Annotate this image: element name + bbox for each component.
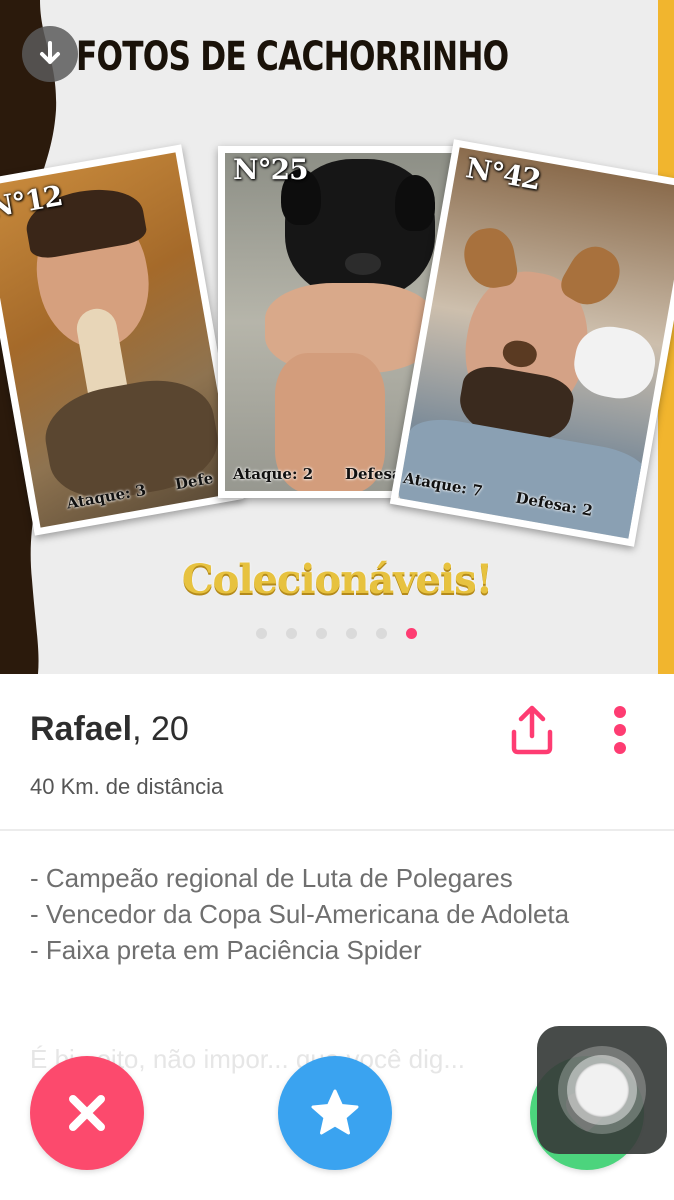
divider [0, 829, 674, 831]
share-button[interactable] [506, 702, 558, 758]
star-icon [311, 1089, 359, 1135]
share-icon [511, 705, 553, 755]
photo-pagination [256, 628, 417, 639]
profile-age: , 20 [132, 710, 189, 748]
photo-dot-active[interactable] [406, 628, 417, 639]
distance-text: 40 Km. de distância [30, 774, 224, 799]
assistive-touch-button[interactable] [537, 1026, 667, 1154]
bio-line: - Faixa preta em Paciência Spider [30, 935, 422, 965]
photo-dot[interactable] [346, 628, 357, 639]
arrow-down-icon [40, 41, 60, 64]
more-options-button[interactable] [604, 702, 636, 758]
photo-dot[interactable] [376, 628, 387, 639]
bio-line: - Vencedor da Copa Sul-Americana de Adol… [30, 899, 570, 929]
download-button[interactable] [22, 26, 78, 82]
card-attack: Ataque: 2 [233, 465, 314, 483]
bio-line: - Campeão regional de Luta de Polegares [30, 863, 513, 893]
card-number: N°25 [233, 153, 309, 186]
bio: - Campeão regional de Luta de Polegares … [30, 860, 650, 968]
photo-dot[interactable] [286, 628, 297, 639]
nope-button[interactable] [30, 1056, 144, 1170]
photo-dot[interactable] [316, 628, 327, 639]
profile-photo[interactable]: FOTOS DE CACHORRINHO N°12 Ataque: 3 Defe… [0, 0, 674, 674]
photo-dot[interactable] [256, 628, 267, 639]
more-vertical-icon [614, 706, 626, 754]
assistive-touch-icon [558, 1046, 646, 1134]
close-icon [69, 1095, 105, 1131]
card-photo-man-with-dog: N°12 Ataque: 3 Defe [0, 152, 236, 528]
name-age: Rafael, 20 [30, 710, 189, 749]
photo-title: FOTOS DE CACHORRINHO [76, 34, 509, 80]
super-like-button[interactable] [278, 1056, 392, 1170]
collectible-card-12: N°12 Ataque: 3 Defe [0, 144, 244, 536]
collectibles-caption: Colecionáveis! [181, 556, 493, 603]
card-number: N°42 [463, 151, 543, 197]
profile-name: Rafael [30, 710, 133, 748]
